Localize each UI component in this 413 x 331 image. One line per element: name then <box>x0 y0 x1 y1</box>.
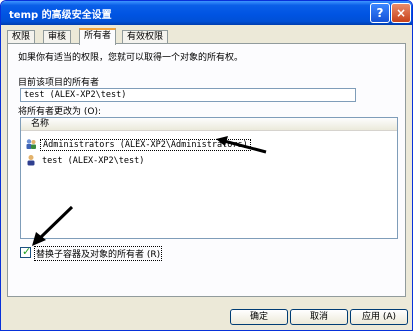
tab-effective-permissions[interactable]: 有效权限 <box>122 30 169 43</box>
close-button[interactable]: × <box>391 3 411 23</box>
window-title: temp 的高级安全设置 <box>9 10 112 21</box>
owner-item-label: test (ALEX-XP2\test) <box>42 155 145 166</box>
change-owner-label: 将所有者更改为 (O): <box>18 107 101 117</box>
cancel-button[interactable]: 取消 <box>290 309 348 325</box>
annotation-arrow-icon <box>216 136 267 154</box>
tab-auditing[interactable]: 审核 <box>43 30 72 43</box>
tab-permissions[interactable]: 权限 <box>7 30 36 43</box>
current-owner-label: 目前该项目的所有者 <box>18 78 100 88</box>
list-header-name[interactable]: 名称 <box>21 118 397 131</box>
owner-list[interactable]: 名称 Administrators (ALEX-XP2\Administrato… <box>20 117 398 239</box>
owner-description: 如果你有适当的权限，您就可以取得一个对象的所有权。 <box>18 53 244 63</box>
owner-item-test[interactable]: test (ALEX-XP2\test) <box>25 154 146 167</box>
tab-owner[interactable]: 所有者 <box>79 28 117 45</box>
ok-button[interactable]: 确定 <box>230 309 288 325</box>
user-icon <box>25 154 37 166</box>
current-owner-field[interactable]: test (ALEX-XP2\test) <box>20 88 356 102</box>
help-button[interactable]: ? <box>370 3 390 23</box>
title-bar[interactable]: temp 的高级安全设置 ? × <box>1 1 412 25</box>
apply-button[interactable]: 应用 (A) <box>350 309 408 325</box>
security-dialog: temp 的高级安全设置 ? × 权限 审核 所有者 有效权限 如果你有适当的权… <box>0 0 413 331</box>
group-users-icon <box>25 138 37 150</box>
replace-owner-label: 替换子容器及对象的所有者 (R) <box>34 246 163 261</box>
annotation-arrow-icon <box>32 205 74 246</box>
replace-owner-checkbox[interactable]: ✓ <box>20 245 31 258</box>
owner-panel: 如果你有适当的权限，您就可以取得一个对象的所有权。 目前该项目的所有者 test… <box>7 43 406 297</box>
